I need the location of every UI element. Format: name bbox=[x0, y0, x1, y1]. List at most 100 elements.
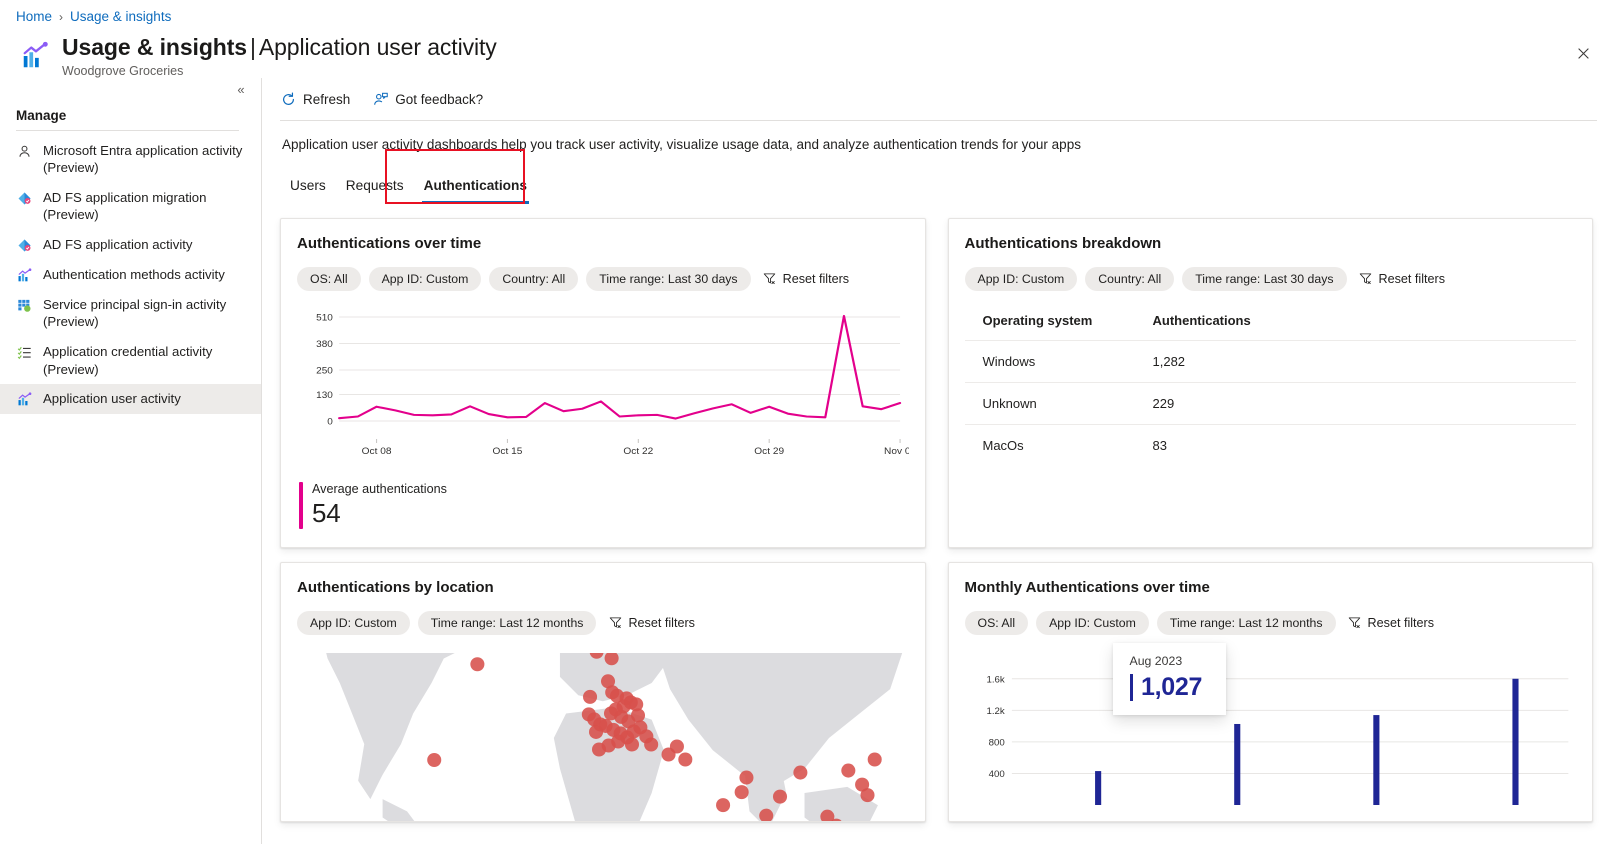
funnel-reset-icon bbox=[608, 616, 622, 630]
sidebar-item-application-user-activity[interactable]: Application user activity bbox=[0, 384, 261, 414]
tooltip-value-row: 1,027 bbox=[1130, 673, 1209, 702]
usage-insights-icon bbox=[20, 41, 50, 71]
cell-authentications: 1,282 bbox=[1153, 340, 1577, 382]
filter-pills: App ID: Custom Time range: Last 12 month… bbox=[297, 611, 909, 635]
world-map[interactable] bbox=[297, 653, 909, 822]
filter-pill-time-range[interactable]: Time range: Last 12 months bbox=[1157, 611, 1336, 635]
page-header: Usage & insights|Application user activi… bbox=[0, 24, 1615, 78]
table-row[interactable]: MacOs 83 bbox=[965, 424, 1577, 466]
sidebar-item-application-credential-activity[interactable]: Application credential activity (Preview… bbox=[0, 337, 261, 384]
world-map-svg bbox=[297, 653, 909, 822]
filter-pill-os[interactable]: OS: All bbox=[965, 611, 1029, 635]
filter-pills: App ID: Custom Country: All Time range: … bbox=[965, 267, 1577, 291]
filter-pill-country[interactable]: Country: All bbox=[1085, 267, 1174, 291]
dashboard-cards: Authentications over time OS: All App ID… bbox=[262, 204, 1615, 822]
filter-pills: OS: All App ID: Custom Time range: Last … bbox=[965, 611, 1577, 635]
filter-pill-time-range[interactable]: Time range: Last 12 months bbox=[418, 611, 597, 635]
svg-text:Oct 15: Oct 15 bbox=[493, 446, 523, 457]
reset-filters-button[interactable]: Reset filters bbox=[1359, 272, 1446, 286]
table-header-row: Operating system Authentications bbox=[965, 313, 1577, 341]
tab-users[interactable]: Users bbox=[280, 178, 336, 204]
person-icon bbox=[16, 143, 33, 160]
funnel-reset-icon bbox=[1348, 616, 1362, 630]
breadcrumb-separator: › bbox=[59, 10, 63, 24]
card-title: Monthly Authentications over time bbox=[965, 579, 1577, 596]
refresh-label: Refresh bbox=[303, 92, 350, 107]
column-header-operating-system: Operating system bbox=[965, 313, 1153, 341]
svg-text:1.2k: 1.2k bbox=[986, 706, 1004, 717]
cell-os: Unknown bbox=[965, 382, 1153, 424]
funnel-reset-icon bbox=[1359, 272, 1373, 286]
filter-pill-app-id[interactable]: App ID: Custom bbox=[965, 267, 1078, 291]
svg-text:130: 130 bbox=[316, 390, 333, 401]
chart-tooltip: Aug 2023 1,027 bbox=[1113, 643, 1226, 715]
feedback-person-icon bbox=[372, 92, 388, 108]
svg-text:1.6k: 1.6k bbox=[986, 674, 1004, 685]
filter-pill-time-range[interactable]: Time range: Last 30 days bbox=[586, 267, 750, 291]
card-monthly-authentications-over-time: Monthly Authentications over time OS: Al… bbox=[948, 562, 1594, 822]
checklist-icon bbox=[16, 344, 33, 361]
filter-pill-app-id[interactable]: App ID: Custom bbox=[369, 267, 482, 291]
close-icon[interactable] bbox=[1569, 39, 1597, 67]
tooltip-label: Aug 2023 bbox=[1130, 654, 1209, 668]
collapse-sidebar-icon[interactable]: « bbox=[231, 80, 251, 100]
tooltip-value: 1,027 bbox=[1141, 673, 1202, 702]
page-title-pipe: | bbox=[250, 34, 256, 60]
svg-text:Oct 22: Oct 22 bbox=[623, 446, 653, 457]
table-row[interactable]: Windows 1,282 bbox=[965, 340, 1577, 382]
reset-filters-button[interactable]: Reset filters bbox=[1348, 616, 1435, 630]
bar-chart-svg: 400 800 1.2k 1.6k bbox=[965, 655, 1577, 805]
reset-filters-button[interactable]: Reset filters bbox=[608, 616, 695, 630]
kpi-value: 54 bbox=[312, 498, 447, 529]
sidebar-item-authentication-methods-activity[interactable]: Authentication methods activity bbox=[0, 260, 261, 290]
adfs-diamond-icon bbox=[16, 237, 33, 254]
cell-os: MacOs bbox=[965, 424, 1153, 466]
card-authentications-by-location: Authentications by location App ID: Cust… bbox=[280, 562, 926, 822]
bar-chart-icon bbox=[16, 267, 33, 284]
authentications-line-chart: 0130250380510 Oct 08Oct 15Oct 22Oct 29No… bbox=[297, 309, 909, 466]
tab-requests[interactable]: Requests bbox=[336, 178, 414, 204]
breadcrumb-home[interactable]: Home bbox=[16, 9, 52, 24]
filter-pill-country[interactable]: Country: All bbox=[489, 267, 578, 291]
tab-authentications[interactable]: Authentications bbox=[414, 178, 537, 204]
sidebar-item-service-principal-signin-activity[interactable]: Service principal sign-in activity (Prev… bbox=[0, 290, 261, 337]
line-chart-xaxis: Oct 08Oct 15Oct 22Oct 29Nov 05 bbox=[297, 439, 909, 461]
breadcrumb-current[interactable]: Usage & insights bbox=[70, 9, 171, 24]
sidebar-item-label: Authentication methods activity bbox=[43, 266, 251, 284]
table-row[interactable]: Unknown 229 bbox=[965, 382, 1577, 424]
filter-pill-os[interactable]: OS: All bbox=[297, 267, 361, 291]
breadcrumb: Home › Usage & insights bbox=[0, 0, 1615, 24]
reset-filters-label: Reset filters bbox=[628, 616, 695, 630]
sidebar-item-adfs-application-migration[interactable]: AD FS application migration (Preview) bbox=[0, 183, 261, 230]
sidebar: « Manage Microsoft Entra application act… bbox=[0, 78, 262, 844]
filter-pill-app-id[interactable]: App ID: Custom bbox=[297, 611, 410, 635]
reset-filters-label: Reset filters bbox=[1379, 272, 1446, 286]
refresh-button[interactable]: Refresh bbox=[280, 92, 350, 108]
page-header-text: Usage & insights|Application user activi… bbox=[62, 33, 497, 78]
sidebar-item-label: Application user activity bbox=[43, 390, 251, 408]
filter-pill-app-id[interactable]: App ID: Custom bbox=[1036, 611, 1149, 635]
card-title: Authentications over time bbox=[297, 235, 909, 252]
svg-text:800: 800 bbox=[988, 737, 1004, 748]
cell-os: Windows bbox=[965, 340, 1153, 382]
svg-text:400: 400 bbox=[988, 769, 1004, 780]
cell-authentications: 229 bbox=[1153, 382, 1577, 424]
svg-text:Oct 29: Oct 29 bbox=[754, 446, 784, 457]
average-authentications-kpi: Average authentications 54 bbox=[297, 482, 909, 529]
got-feedback-button[interactable]: Got feedback? bbox=[372, 92, 483, 108]
svg-text:510: 510 bbox=[316, 312, 333, 323]
kpi-label: Average authentications bbox=[312, 482, 447, 496]
svg-text:250: 250 bbox=[316, 365, 333, 376]
reset-filters-button[interactable]: Reset filters bbox=[763, 272, 850, 286]
card-authentications-over-time: Authentications over time OS: All App ID… bbox=[280, 218, 926, 548]
breakdown-table: Operating system Authentications Windows… bbox=[965, 313, 1577, 466]
sidebar-item-adfs-application-activity[interactable]: AD FS application activity bbox=[0, 230, 261, 260]
bar-chart-icon bbox=[16, 391, 33, 408]
card-title: Authentications by location bbox=[297, 579, 909, 596]
filter-pill-time-range[interactable]: Time range: Last 30 days bbox=[1182, 267, 1346, 291]
page-subtitle: Woodgrove Groceries bbox=[62, 64, 497, 78]
reset-filters-label: Reset filters bbox=[783, 272, 850, 286]
page-description: Application user activity dashboards hel… bbox=[262, 121, 1615, 152]
tooltip-accent-bar bbox=[1130, 674, 1134, 701]
sidebar-item-entra-application-activity[interactable]: Microsoft Entra application activity (Pr… bbox=[0, 136, 261, 183]
